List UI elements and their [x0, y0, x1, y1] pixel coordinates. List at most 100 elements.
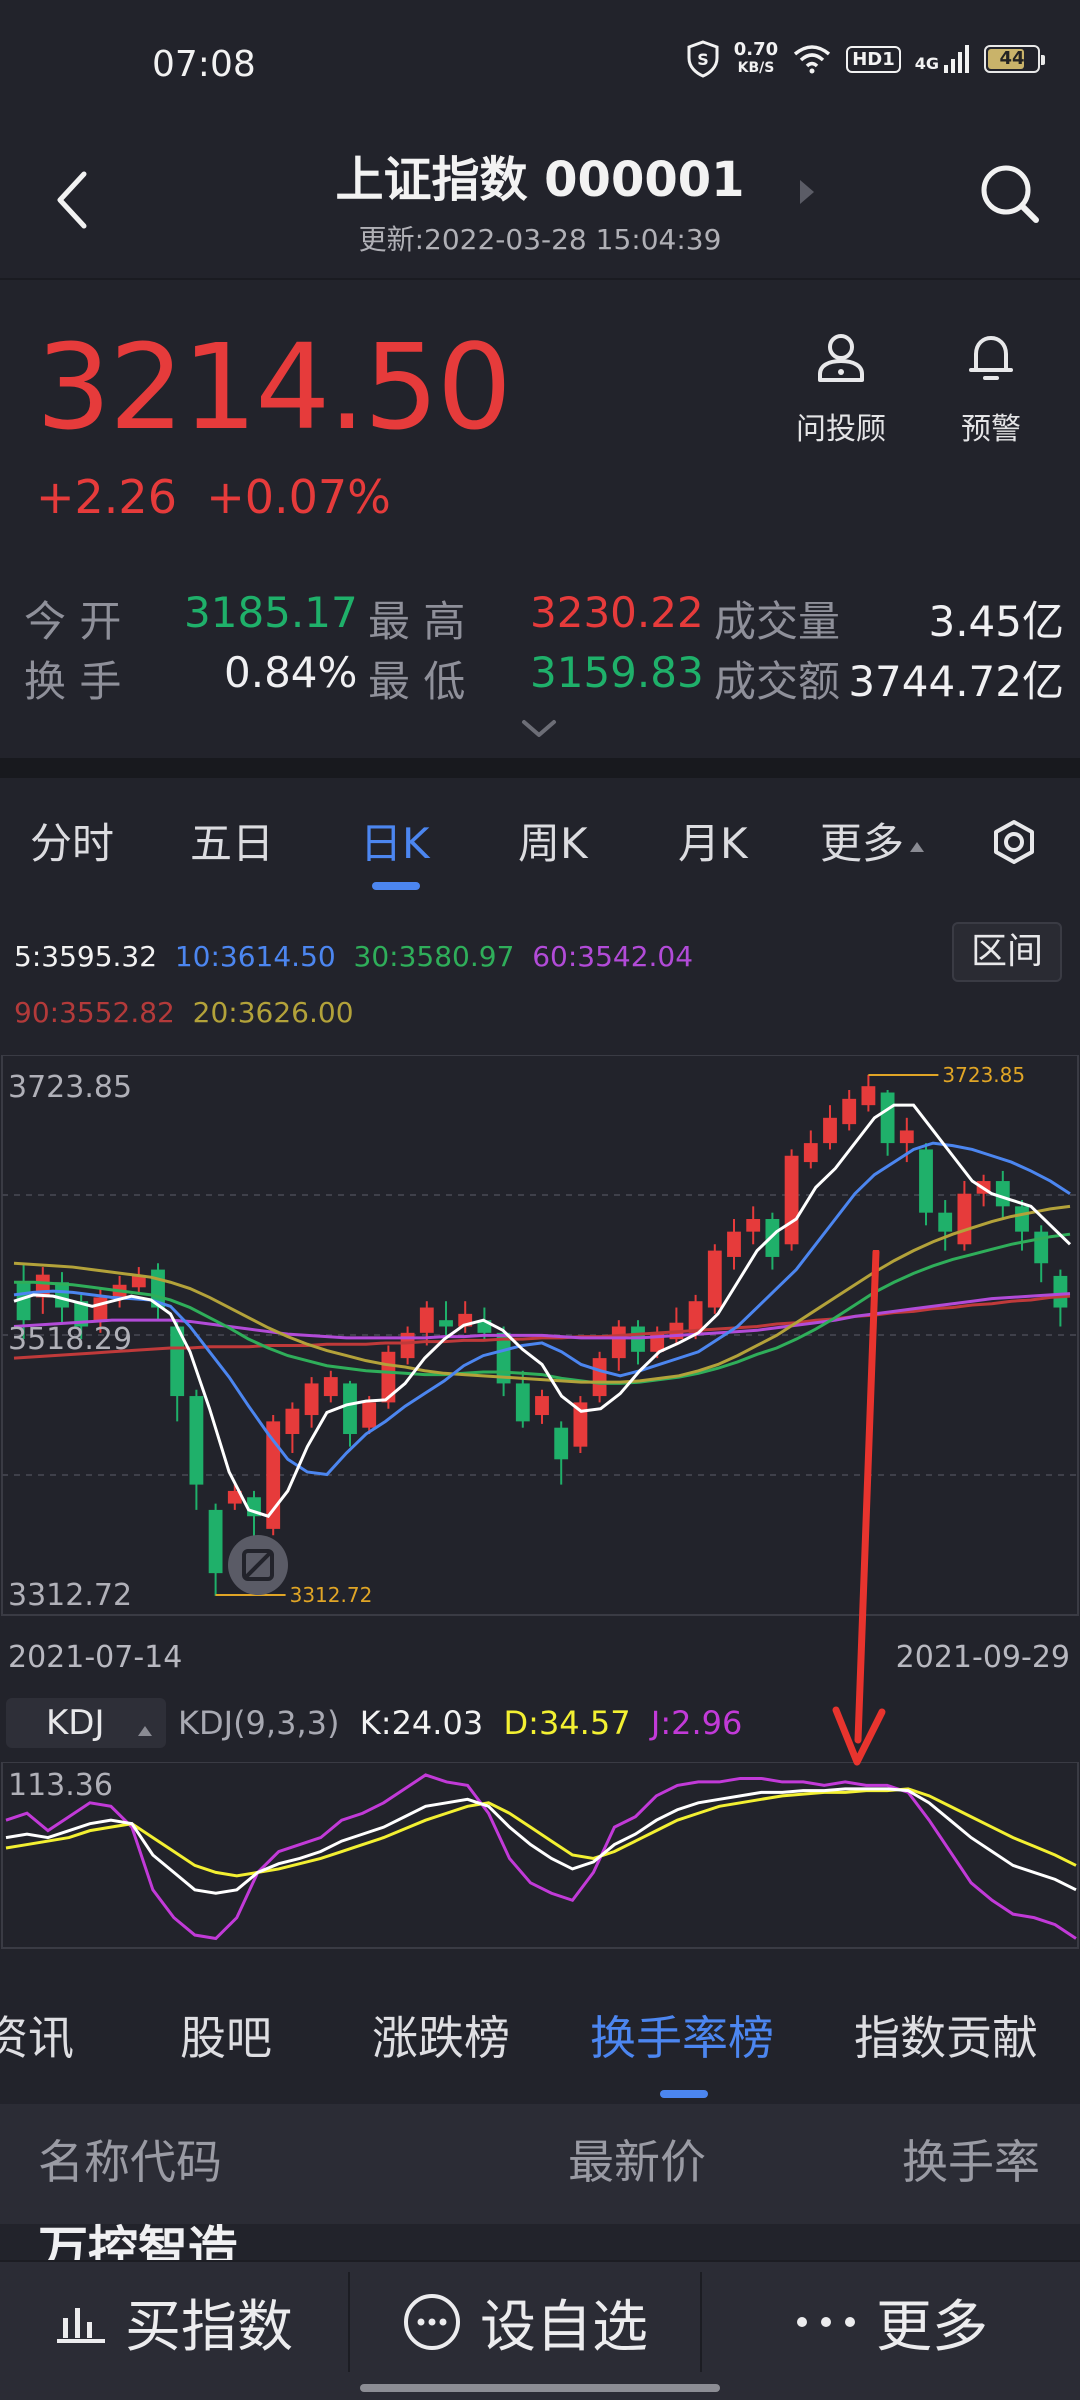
alert-label: 预警 — [961, 412, 1021, 447]
candle-body — [535, 1396, 549, 1416]
ma-legend-row-1: 5:3595.32 10:3614.50 30:3580.97 60:3542.… — [14, 940, 693, 973]
candlestick-chart[interactable]: 3723.85 3312.72 — [0, 1055, 1080, 1620]
high-label: 最 高 — [368, 597, 466, 646]
amount-value: 3744.72亿 — [848, 657, 1064, 706]
status-icons: S 0.70 KB/S HD1 4G 44 — [686, 40, 1045, 78]
high-value: 3230.22 — [530, 588, 704, 637]
update-time: 更新:2022-03-28 15:04:39 — [358, 223, 722, 256]
candle-body — [938, 1212, 953, 1232]
buy-index-label: 买指数 — [125, 2294, 293, 2360]
add-watchlist-button[interactable]: 设自选 — [350, 2262, 700, 2382]
tab-more[interactable]: 更多 — [820, 810, 925, 871]
low-value: 3159.83 — [530, 648, 704, 697]
indicator-select[interactable]: KDJ — [6, 1698, 166, 1748]
tab-news[interactable]: 资讯 — [0, 2002, 74, 2068]
ma5-value: 5:3595.32 — [14, 940, 158, 973]
signal-icon — [944, 45, 969, 73]
tab-turnover-rank[interactable]: 换手率榜 — [590, 2002, 774, 2068]
alert-button[interactable]: 预警 — [936, 330, 1046, 448]
kdj-y-max: 113.36 — [8, 1768, 113, 1803]
kdj-chart[interactable] — [0, 1762, 1080, 1950]
y-tick-bottom: 3312.72 — [8, 1578, 133, 1613]
candle-body — [208, 1509, 223, 1574]
home-indicator[interactable] — [360, 2384, 720, 2392]
arrow-shaft — [854, 1250, 880, 1744]
triangle-icon — [138, 1726, 152, 1736]
x-start-date: 2021-07-14 — [8, 1640, 183, 1675]
kdj-d: D:34.57 — [503, 1704, 631, 1742]
change-value: +2.26 — [36, 470, 177, 524]
candle-body — [861, 1086, 876, 1106]
active-tab-indicator — [372, 882, 420, 890]
candle-body — [919, 1149, 933, 1213]
indicator-select-label: KDJ — [46, 1703, 105, 1743]
tab-monthly-k[interactable]: 月K — [678, 810, 748, 871]
shield-icon: S — [687, 40, 719, 78]
bar-chart-icon — [57, 2308, 105, 2343]
active-info-tab-indicator — [660, 2090, 708, 2098]
col-latest-price[interactable]: 最新价 — [568, 2126, 706, 2192]
next-stock-arrow-icon[interactable] — [800, 180, 814, 204]
candle-body — [55, 1282, 69, 1308]
tab-weekly-k[interactable]: 周K — [518, 810, 588, 871]
col-name-code[interactable]: 名称代码 — [38, 2126, 222, 2192]
search-icon[interactable] — [976, 160, 1042, 226]
bottom-action-bar: 买指数 设自选 更多 — [0, 2260, 1080, 2400]
indicator-bar: KDJ KDJ(9,3,3) K:24.03 D:34.57 J:2.96 — [0, 1696, 1080, 1756]
bell-icon — [969, 336, 1013, 380]
candle-body — [1015, 1206, 1029, 1232]
open-value: 3185.17 — [184, 588, 358, 637]
candle-body — [266, 1421, 281, 1529]
status-bar: 07:08 S 0.70 KB/S HD1 4G 44 — [0, 0, 1080, 130]
chart-tabs: 分时 五日 日K 周K 月K 更多 — [0, 790, 1080, 900]
stats-row-1: 今 开 3185.17 最 高 3230.22 成交量 3.45亿 — [24, 588, 1064, 646]
kdj-values: KDJ(9,3,3) K:24.03 D:34.57 J:2.96 — [178, 1704, 742, 1742]
kdj-j: J:2.96 — [650, 1704, 743, 1742]
header-divider — [0, 278, 1080, 280]
net-speed-value: 0.70 — [733, 39, 779, 60]
page-title: 上证指数 000001 — [335, 152, 745, 208]
triangle-icon — [910, 841, 925, 852]
wifi-icon — [794, 45, 831, 74]
net-speed-unit: KB/S — [737, 60, 775, 76]
candle-body — [995, 1181, 1010, 1207]
add-watchlist-label: 设自选 — [480, 2294, 648, 2360]
ma10-value: 10:3614.50 — [174, 940, 336, 973]
y-tick-top: 3723.85 — [8, 1070, 133, 1105]
y-tick-mid: 3518.29 — [8, 1322, 133, 1357]
page-header: 上证指数 000001 更新:2022-03-28 15:04:39 — [0, 130, 1080, 278]
tab-forum[interactable]: 股吧 — [180, 2002, 272, 2068]
col-turnover-rate[interactable]: 换手率 — [902, 2126, 1040, 2192]
scroll-to-start-badge[interactable] — [228, 1535, 288, 1595]
more-circle-icon — [404, 2294, 460, 2350]
interval-button[interactable]: 区间 — [952, 922, 1062, 982]
tab-five-day[interactable]: 五日 — [190, 810, 274, 871]
tab-intraday[interactable]: 分时 — [30, 810, 114, 871]
ma30-value: 30:3580.97 — [353, 940, 515, 973]
change-percent: +0.07% — [206, 470, 391, 524]
tab-more-label: 更多 — [820, 819, 905, 868]
buy-index-button[interactable]: 买指数 — [0, 2262, 348, 2382]
tab-daily-k[interactable]: 日K — [360, 810, 430, 871]
advisor-button[interactable]: 问投顾 — [786, 330, 896, 448]
advisor-label: 问投顾 — [796, 412, 886, 447]
tab-gainers-losers[interactable]: 涨跌榜 — [372, 2002, 510, 2068]
turnover-value: 0.84% — [224, 648, 358, 697]
candle-body — [611, 1326, 626, 1359]
kdj-lines-group — [5, 1773, 1077, 1941]
candle-body — [285, 1408, 300, 1435]
status-time: 07:08 — [152, 44, 256, 85]
volume-label: 成交量 — [714, 597, 841, 646]
price-change: +2.26 +0.07% — [36, 470, 391, 524]
tab-index-contribution[interactable]: 指数贡献 — [854, 2002, 1038, 2068]
settings-hexagon-icon[interactable] — [978, 800, 1050, 880]
kdj-frame — [1, 1762, 1079, 1949]
candle-body — [362, 1402, 377, 1428]
candle-body — [93, 1297, 108, 1321]
net-speed: 0.70 KB/S — [734, 41, 778, 77]
battery-level: 44 — [999, 48, 1025, 69]
high-marker-label: 3723.85 — [942, 1063, 1025, 1087]
chevron-down-icon[interactable] — [520, 718, 558, 740]
candle-body — [515, 1383, 530, 1422]
more-button[interactable]: 更多 — [702, 2262, 1080, 2382]
